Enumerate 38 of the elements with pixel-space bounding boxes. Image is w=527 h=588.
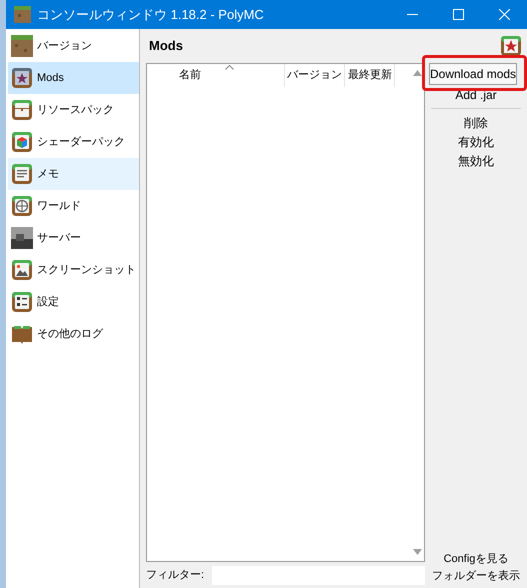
action-button[interactable]: Configを見る bbox=[429, 551, 523, 568]
sidebar-item[interactable]: 設定 bbox=[8, 286, 139, 318]
book-icon bbox=[11, 323, 33, 345]
sidebar-item[interactable]: サーバー bbox=[8, 222, 139, 254]
sidebar-item[interactable]: メモ bbox=[8, 158, 139, 190]
image-icon bbox=[11, 259, 33, 281]
server-photo-icon bbox=[11, 227, 33, 249]
sidebar-item[interactable]: ワールド bbox=[8, 190, 139, 222]
scroll-up-icon[interactable] bbox=[412, 70, 422, 76]
action-button[interactable]: フォルダーを表示 bbox=[429, 568, 523, 585]
action-button[interactable]: 削除 bbox=[429, 113, 523, 132]
sidebar-item[interactable]: その他のログ bbox=[8, 318, 139, 350]
action-button[interactable]: Add .jar bbox=[429, 85, 523, 104]
sidebar-item[interactable]: シェーダーパック bbox=[8, 126, 139, 158]
filter-label: フィルター: bbox=[146, 568, 204, 583]
cube-icon bbox=[11, 131, 33, 153]
column-header[interactable]: バージョン bbox=[285, 64, 345, 87]
column-header[interactable]: 最終更新 bbox=[345, 64, 395, 87]
sidebar-item[interactable]: Mods bbox=[8, 62, 139, 94]
scroll-down-icon[interactable] bbox=[412, 549, 422, 555]
sort-caret-icon bbox=[225, 65, 234, 70]
sidebar-item[interactable]: スクリーンショット bbox=[8, 254, 139, 286]
window-title: コンソールウィンドウ 1.18.2 - PolyMC bbox=[37, 6, 264, 24]
globe-icon bbox=[11, 195, 33, 217]
suitcase-icon bbox=[11, 99, 33, 121]
settings-icon bbox=[11, 291, 33, 313]
page-title: Mods bbox=[149, 37, 183, 56]
sidebar-item[interactable]: バージョン bbox=[8, 30, 139, 62]
maximize-icon bbox=[452, 9, 464, 20]
sidebar-item[interactable]: リソースパック bbox=[8, 94, 139, 126]
action-button[interactable]: 無効化 bbox=[429, 151, 523, 170]
close-icon bbox=[498, 9, 510, 20]
grass-block-icon bbox=[11, 35, 33, 57]
column-header[interactable]: 名前 bbox=[173, 64, 285, 87]
grass-block-icon bbox=[14, 6, 31, 23]
action-button[interactable]: 有効化 bbox=[429, 132, 523, 151]
action-button[interactable]: Download mods bbox=[429, 63, 518, 85]
notes-icon bbox=[11, 163, 33, 185]
